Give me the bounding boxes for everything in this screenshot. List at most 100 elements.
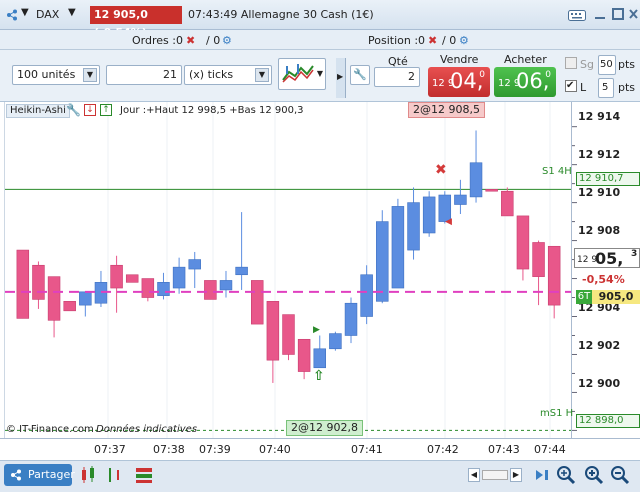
chart-indicator-icon bbox=[282, 64, 314, 83]
qty-input[interactable]: 2 bbox=[374, 67, 420, 87]
ticks-select[interactable]: (x) ticks ▼ bbox=[184, 65, 272, 85]
orders-settings-icon[interactable]: ⚙ bbox=[222, 34, 232, 47]
scroll-right-button[interactable]: ▶ bbox=[510, 468, 522, 482]
candle bbox=[172, 266, 186, 289]
symbol-dropdown-icon[interactable]: ▼ bbox=[68, 7, 76, 18]
position-close-icon[interactable]: ✖ bbox=[428, 34, 437, 47]
scroll-end-icon[interactable] bbox=[534, 467, 550, 483]
orders-bar: Ordres : 0 ✖ / 0 ⚙ Position : 0 ✖ / 0 ⚙ bbox=[0, 30, 640, 50]
sg-checkbox[interactable] bbox=[565, 57, 577, 69]
chart-area[interactable]: ✖ ◀ ▶ ⇧ 12 914 12 912 12 910 12 908 12 904 … bbox=[0, 102, 640, 438]
ms1-price-tag: 12 898,0 bbox=[576, 414, 640, 428]
sg-pts-label: pts bbox=[618, 58, 636, 71]
time-tick: 07:44 bbox=[534, 443, 566, 456]
chevron-down-icon: ▼ bbox=[316, 69, 323, 78]
time-tick: 07:41 bbox=[351, 443, 383, 456]
candle bbox=[344, 302, 358, 336]
position-value: 0 bbox=[418, 34, 425, 47]
indicative-data-label: Données indicatives bbox=[96, 424, 198, 435]
plot-area[interactable]: ✖ ◀ ▶ ⇧ bbox=[4, 102, 572, 438]
heikin-ashi-icon[interactable] bbox=[134, 466, 154, 484]
chevron-down-icon: ▼ bbox=[83, 68, 97, 82]
share-button[interactable]: Partager bbox=[4, 464, 75, 486]
orders-total: / 0 bbox=[206, 34, 221, 47]
candle bbox=[469, 162, 483, 198]
time-axis[interactable]: 07:37 07:38 07:39 07:40 07:41 07:42 07:4… bbox=[0, 438, 640, 460]
sell-arrow-icon[interactable]: ↓ bbox=[84, 104, 96, 116]
candle bbox=[313, 348, 326, 369]
position-settings-icon[interactable]: ⚙ bbox=[459, 34, 469, 47]
price-axis[interactable]: 12 914 12 912 12 910 12 908 12 904 12 90… bbox=[571, 102, 640, 438]
dropdown-caret-icon[interactable]: ▼ bbox=[21, 7, 29, 18]
candle bbox=[79, 291, 92, 306]
candle bbox=[141, 278, 155, 298]
orders-close-icon[interactable]: ✖ bbox=[186, 34, 195, 47]
buy-arrow-marker: ▶ bbox=[313, 325, 320, 335]
units-select[interactable]: 100 unités ▼ bbox=[12, 65, 100, 85]
indicator-type-label[interactable]: Heikin-Ashi bbox=[6, 104, 70, 118]
price-tick-12908: 12 908 bbox=[578, 224, 621, 237]
scroll-left-button[interactable]: ◀ bbox=[468, 468, 480, 482]
ms1-label: mS1 H bbox=[540, 408, 574, 419]
buy-button[interactable]: 12 9 06, 0 bbox=[494, 67, 556, 97]
chart-type-button[interactable]: ▼ bbox=[278, 58, 326, 90]
buy-price-sup: 0 bbox=[545, 70, 551, 80]
s1-label: S1 4H bbox=[542, 166, 572, 177]
ticks-select-value: (x) ticks bbox=[189, 68, 234, 81]
bar-chart-icon[interactable] bbox=[106, 466, 122, 484]
ticks-input[interactable]: 21 bbox=[106, 65, 182, 85]
copyright-label: © IT-Finance.com bbox=[6, 424, 94, 435]
close-icon[interactable] bbox=[628, 8, 639, 20]
buy-label: Acheter bbox=[504, 53, 547, 66]
candle bbox=[266, 301, 280, 361]
chevron-down-icon: ▼ bbox=[255, 68, 269, 82]
candle bbox=[501, 190, 514, 217]
price-tick-12912: 12 912 bbox=[578, 148, 621, 161]
sell-marker-label: 2@12 908,5 bbox=[408, 102, 485, 118]
orders-label: Ordres : bbox=[132, 34, 176, 47]
position-total: / 0 bbox=[442, 34, 457, 47]
candle-chart-icon[interactable] bbox=[80, 466, 96, 484]
time-tick: 07:37 bbox=[94, 443, 126, 456]
candle bbox=[516, 215, 530, 270]
keyboard-icon[interactable] bbox=[568, 10, 586, 21]
share-icon bbox=[11, 469, 21, 481]
candle bbox=[32, 264, 45, 300]
candle bbox=[47, 276, 61, 321]
scrollbar-thumb[interactable] bbox=[482, 470, 508, 480]
minimize-icon[interactable] bbox=[594, 10, 606, 20]
title-bar: ▼ DAX ▼ 12 905,0 (-0,54%) 07:43:49 Allem… bbox=[0, 0, 640, 39]
chevron-right-icon: ▶ bbox=[337, 72, 344, 81]
sg-input[interactable]: 50 bbox=[598, 55, 616, 75]
candle bbox=[329, 333, 342, 350]
zoom-out-icon[interactable] bbox=[610, 465, 630, 485]
zoom-in-icon[interactable] bbox=[584, 465, 604, 485]
panel-toggle[interactable]: ▶ bbox=[336, 58, 346, 98]
buy-arrow-icon[interactable]: ↑ bbox=[100, 104, 112, 116]
wrench-button[interactable]: 🔧 bbox=[350, 65, 370, 85]
units-select-value: 100 unités bbox=[17, 68, 76, 81]
sell-button[interactable]: 12 9 04, 0 bbox=[428, 67, 490, 97]
buy-marker-label: 2@12 902,8 bbox=[286, 420, 363, 436]
wrench-icon[interactable]: 🔧 bbox=[66, 103, 81, 117]
candlestick-plot[interactable]: ✖ ◀ ▶ ⇧ bbox=[5, 102, 572, 438]
time-tick: 07:38 bbox=[153, 443, 185, 456]
candle bbox=[251, 280, 264, 325]
zoom-fit-icon[interactable] bbox=[556, 465, 576, 485]
candle bbox=[532, 242, 545, 277]
candle bbox=[360, 274, 373, 317]
check-icon: ✔ bbox=[566, 80, 575, 91]
bid-count-tag: 6T bbox=[576, 290, 592, 304]
share-icon[interactable] bbox=[6, 9, 18, 21]
l-input[interactable]: 5 bbox=[598, 78, 614, 98]
l-checkbox[interactable]: ✔ bbox=[565, 80, 577, 92]
candle bbox=[204, 280, 217, 300]
l-pts-label: pts bbox=[618, 81, 636, 94]
maximize-icon[interactable] bbox=[612, 8, 624, 20]
candle bbox=[16, 249, 30, 319]
l-label: L bbox=[580, 81, 587, 94]
price-tick-12900: 12 900 bbox=[578, 377, 621, 390]
price-tick-12910: 12 910 bbox=[578, 186, 621, 199]
symbol-label[interactable]: DAX bbox=[36, 8, 59, 21]
last-price-tag: 12 9 05, 3 bbox=[574, 248, 640, 268]
